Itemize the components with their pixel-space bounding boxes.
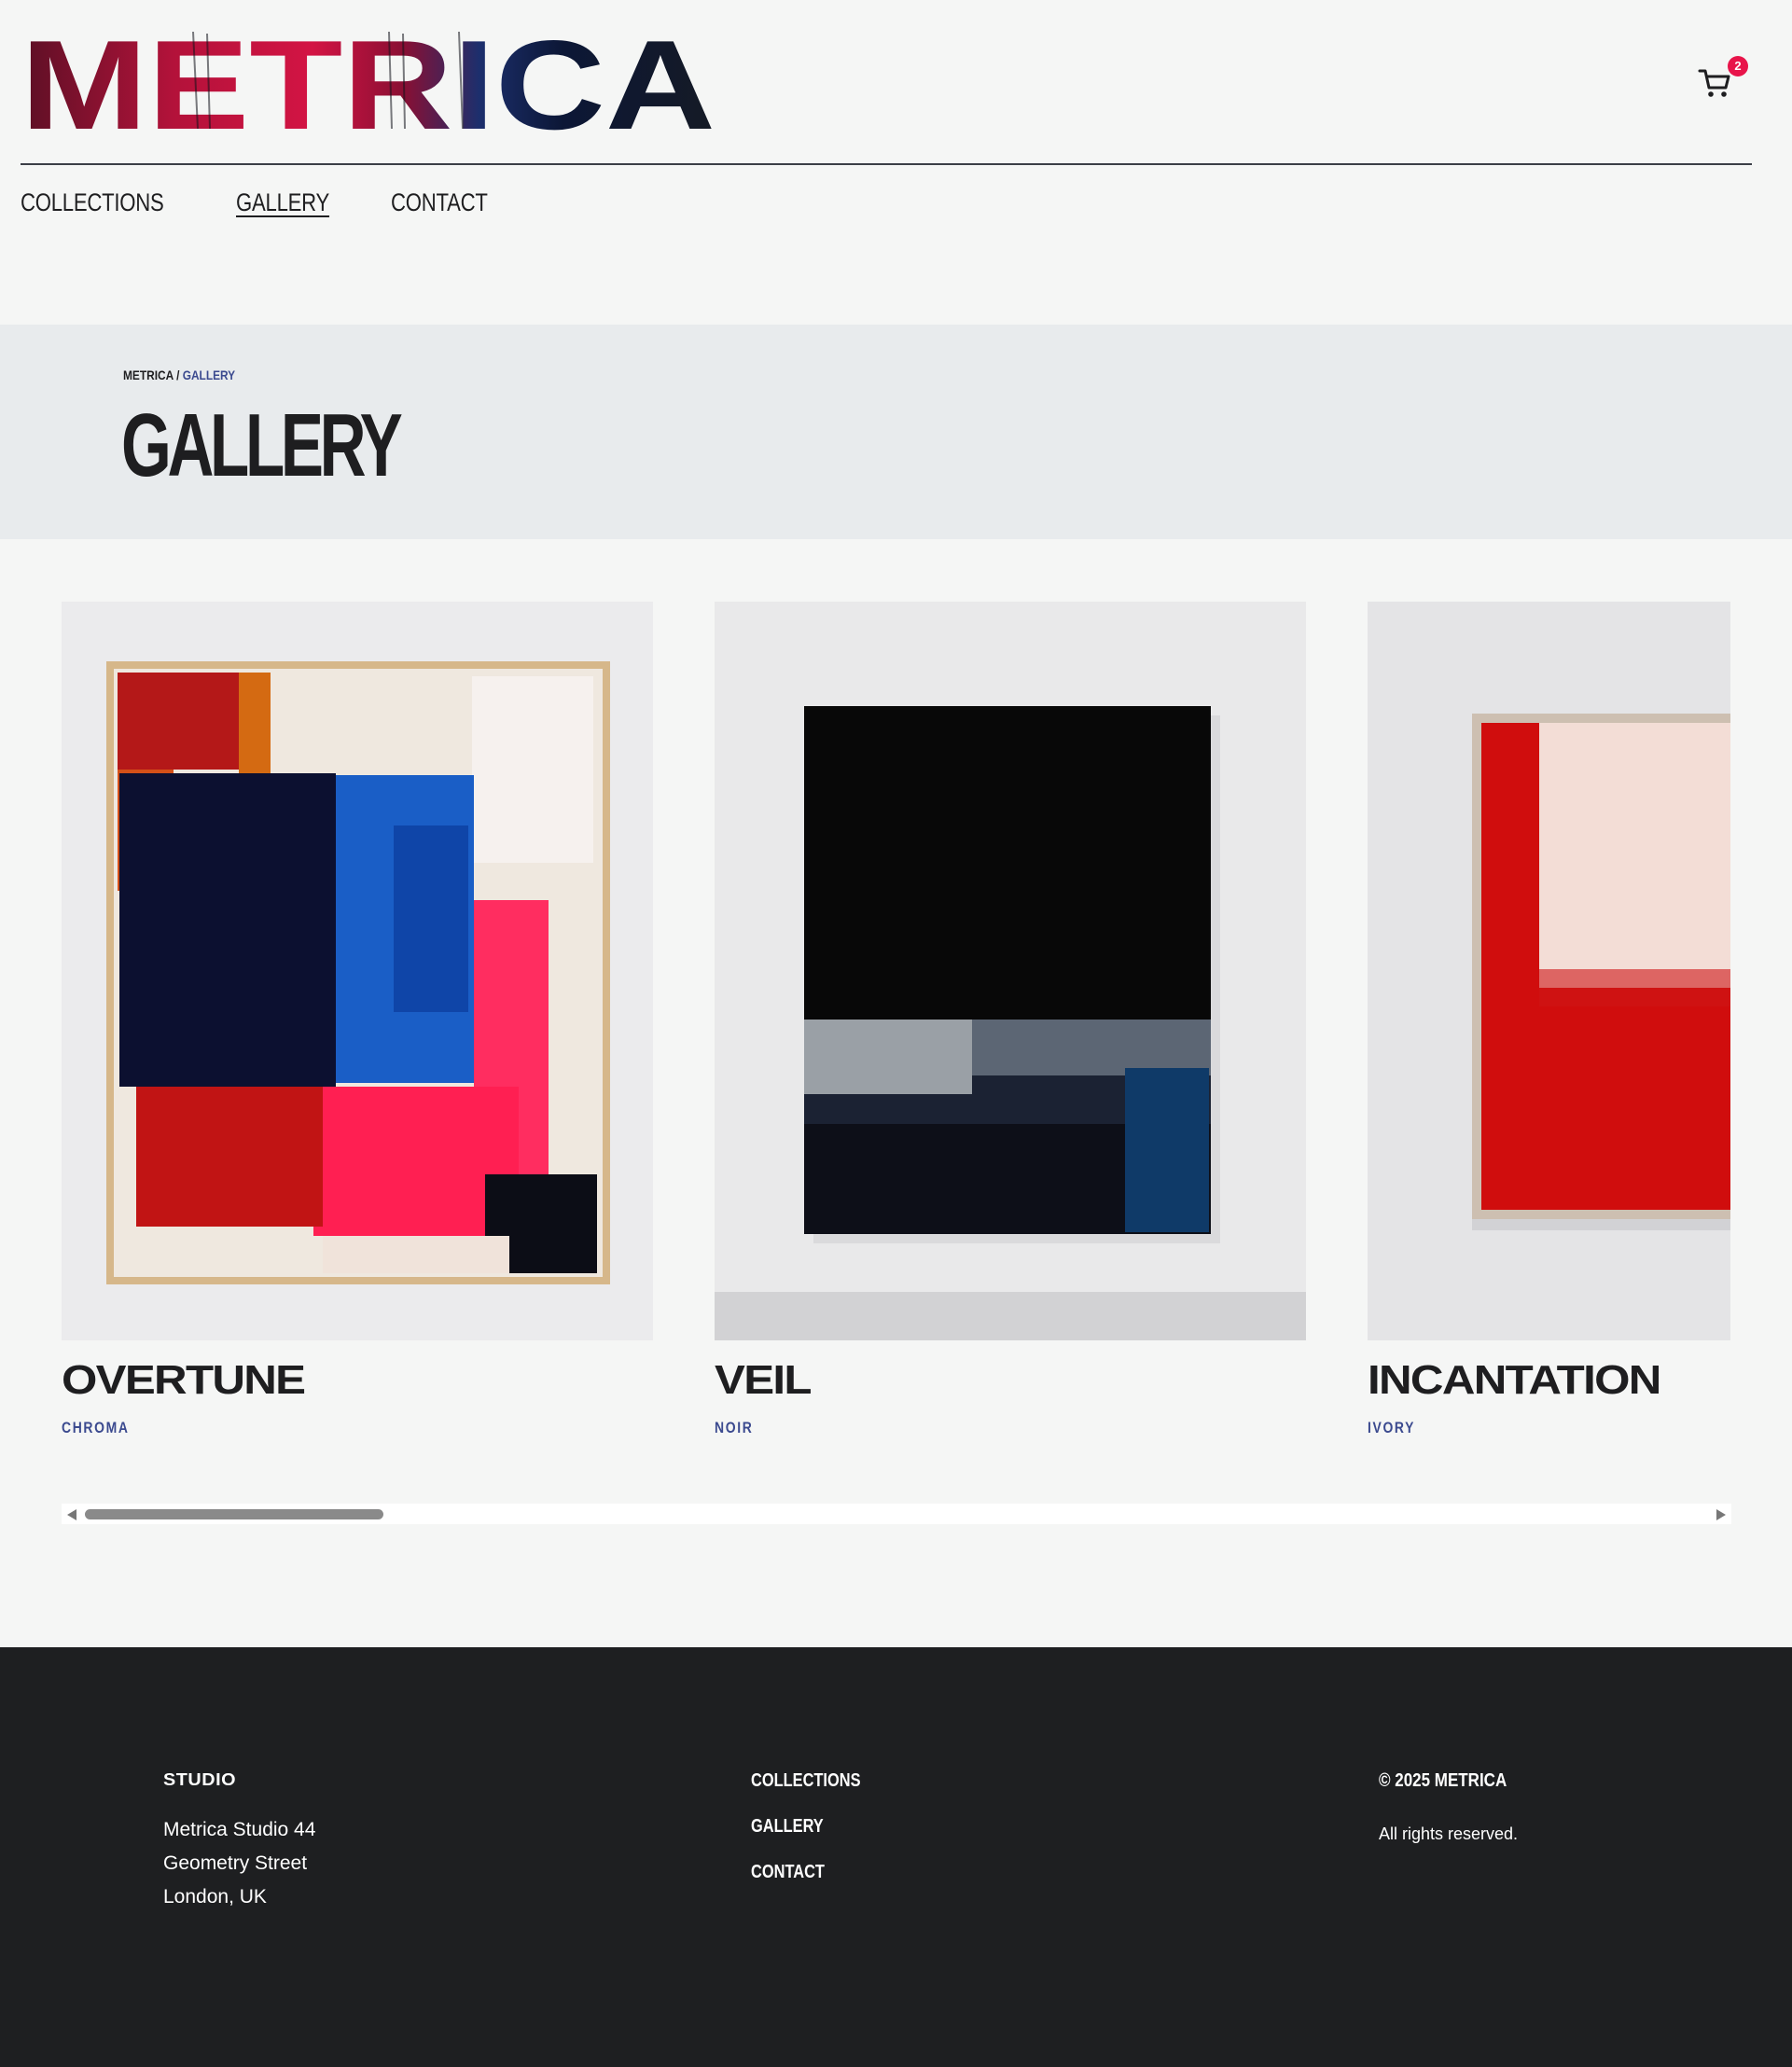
breadcrumb-root[interactable]: METRICA — [123, 368, 174, 382]
site-footer: STUDIO Metrica Studio 44 Geometry Street… — [0, 1647, 1792, 2067]
artwork-image[interactable] — [715, 602, 1306, 1340]
arrow-left-icon[interactable] — [67, 1509, 76, 1520]
header-divider — [21, 163, 1752, 165]
gallery-scrollbar[interactable] — [62, 1504, 1731, 1524]
brand-wordmark: METRICA — [21, 24, 715, 134]
cart-count-badge: 2 — [1728, 56, 1748, 76]
artwork-image[interactable] — [1368, 602, 1730, 1340]
main-nav: COLLECTIONS GALLERY CONTACT — [21, 188, 509, 217]
footer-address: Metrica Studio 44 Geometry Street London… — [163, 1819, 316, 1907]
artwork-collection[interactable]: NOIR — [715, 1419, 753, 1437]
nav-item-collections[interactable]: COLLECTIONS — [21, 188, 164, 217]
artwork-collection[interactable]: IVORY — [1368, 1419, 1415, 1437]
artwork-image[interactable] — [62, 602, 653, 1340]
artwork-title[interactable]: OVERTUNE — [62, 1357, 306, 1404]
breadcrumb-current: GALLERY — [182, 368, 236, 382]
page-hero: METRICA / GALLERY GALLERY — [0, 325, 1792, 539]
footer-nav: COLLECTIONS GALLERY CONTACT — [751, 1770, 884, 1907]
page-title: GALLERY — [121, 395, 403, 495]
footer-rights: All rights reserved. — [1379, 1824, 1519, 1843]
breadcrumb-separator: / — [173, 368, 183, 382]
arrow-right-icon[interactable] — [1716, 1509, 1726, 1520]
footer-link-contact[interactable]: CONTACT — [751, 1862, 861, 1883]
breadcrumb: METRICA / GALLERY — [123, 368, 235, 382]
nav-item-contact[interactable]: CONTACT — [391, 188, 488, 217]
artwork-title[interactable]: INCANTATION — [1368, 1357, 1661, 1404]
brand-logo[interactable]: METRICA — [21, 24, 720, 134]
footer-copyright: © 2025 METRICA — [1379, 1770, 1507, 1791]
artwork-title[interactable]: VEIL — [715, 1357, 812, 1404]
nav-item-gallery[interactable]: GALLERY — [236, 188, 329, 217]
page: METRICA 2 COLLECTIONS GALLERY CONTACT ME… — [0, 0, 1792, 2067]
footer-link-collections[interactable]: COLLECTIONS — [751, 1770, 861, 1792]
scrollbar-thumb[interactable] — [85, 1509, 383, 1519]
footer-link-gallery[interactable]: GALLERY — [751, 1816, 861, 1838]
footer-studio-heading: STUDIO — [163, 1770, 237, 1789]
artwork-collection[interactable]: CHROMA — [62, 1419, 130, 1437]
